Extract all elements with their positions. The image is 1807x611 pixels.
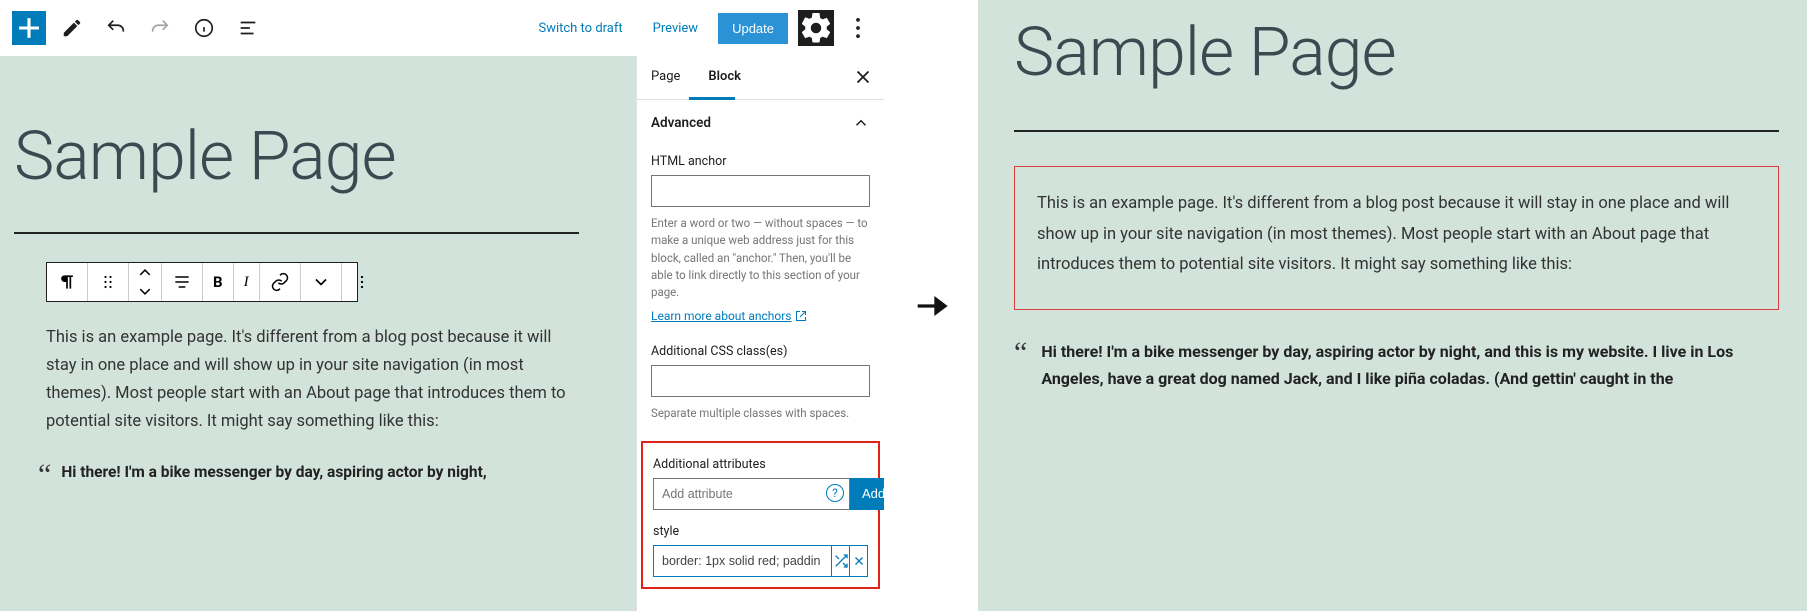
- block-type-button[interactable]: [47, 263, 88, 301]
- block-drag-handle[interactable]: [88, 263, 129, 301]
- learn-more-text: Learn more about anchors: [651, 309, 791, 323]
- preview-paragraph-styled: This is an example page. It's different …: [1014, 166, 1779, 310]
- html-anchor-input[interactable]: [651, 175, 870, 207]
- more-rich-text-button[interactable]: [301, 263, 342, 301]
- info-button[interactable]: [186, 10, 222, 46]
- learn-more-anchors-link[interactable]: Learn more about anchors: [651, 309, 807, 323]
- css-classes-field: Additional CSS class(es) Separate multip…: [637, 344, 884, 434]
- align-button[interactable]: [162, 263, 203, 301]
- chevron-up-icon: [135, 263, 155, 282]
- preview-quote: “ Hi there! I'm a bike messenger by day,…: [1014, 338, 1779, 392]
- preview-separator: [1014, 130, 1779, 132]
- chevron-down-icon: [135, 282, 155, 301]
- advanced-panel-label: Advanced: [651, 115, 711, 131]
- settings-button[interactable]: [798, 10, 834, 46]
- tab-page[interactable]: Page: [637, 56, 694, 99]
- add-attribute-row: ? Add: [653, 478, 868, 510]
- shuffle-attribute-button[interactable]: [832, 545, 850, 577]
- undo-button[interactable]: [98, 10, 134, 46]
- paragraph-block[interactable]: This is an example page. It's different …: [46, 324, 576, 436]
- add-attribute-button[interactable]: Add: [850, 478, 884, 510]
- remove-attribute-button[interactable]: [850, 545, 868, 577]
- list-view-icon: [237, 17, 259, 39]
- html-anchor-label: HTML anchor: [651, 154, 870, 169]
- link-button[interactable]: [260, 263, 301, 301]
- html-anchor-help: Enter a word or two — without spaces — t…: [651, 215, 870, 301]
- arrow-right-icon: [911, 286, 951, 326]
- drag-handle-icon: [98, 272, 118, 292]
- advanced-panel-header[interactable]: Advanced: [637, 100, 884, 146]
- separator-block[interactable]: [14, 232, 579, 234]
- more-options-button[interactable]: [844, 10, 872, 46]
- additional-attributes-label: Additional attributes: [653, 457, 868, 472]
- additional-attributes-section: Additional attributes ? Add style: [641, 441, 880, 589]
- chevron-up-icon: [852, 114, 870, 132]
- switch-to-draft-link[interactable]: Switch to draft: [528, 15, 632, 42]
- quote-text[interactable]: Hi there! I'm a bike messenger by day, a…: [61, 460, 561, 490]
- close-sidebar-button[interactable]: [852, 66, 874, 88]
- ellipsis-vertical-icon: [352, 272, 372, 292]
- update-button[interactable]: Update: [718, 13, 788, 44]
- topbar-left: [12, 10, 266, 46]
- plus-icon: [12, 11, 46, 45]
- result-arrow: [884, 0, 978, 611]
- style-attribute-label: style: [653, 524, 868, 539]
- paragraph-icon: [57, 272, 77, 292]
- info-icon: [193, 17, 215, 39]
- editor-pane: Switch to draft Preview Update Sample Pa…: [0, 0, 884, 611]
- style-attribute-input[interactable]: [653, 545, 832, 577]
- bold-button[interactable]: B: [203, 263, 234, 301]
- close-icon: [852, 66, 874, 88]
- preview-quote-text: Hi there! I'm a bike messenger by day, a…: [1041, 338, 1779, 392]
- shuffle-icon: [833, 553, 849, 569]
- external-link-icon: [795, 310, 807, 322]
- style-attribute-row: [653, 545, 868, 577]
- chevron-down-icon: [311, 272, 331, 292]
- pencil-icon: [61, 17, 83, 39]
- preview-pane: Sample Page This is an example page. It'…: [978, 0, 1807, 611]
- redo-icon: [149, 17, 171, 39]
- css-classes-label: Additional CSS class(es): [651, 344, 870, 359]
- outline-button[interactable]: [230, 10, 266, 46]
- add-block-button[interactable]: [12, 11, 46, 45]
- sidebar-tabs: Page Block: [637, 56, 884, 100]
- block-toolbar: B I: [46, 262, 358, 302]
- undo-icon: [105, 17, 127, 39]
- settings-sidebar: Page Block Advanced HTML anchor Enter a …: [636, 56, 884, 611]
- gear-icon: [798, 10, 834, 46]
- align-icon: [172, 272, 192, 292]
- quote-mark-icon: “: [1014, 338, 1027, 392]
- preview-page-title: Sample Page: [1014, 12, 1779, 92]
- ellipsis-vertical-icon: [844, 14, 872, 42]
- block-mover[interactable]: [129, 263, 162, 301]
- css-classes-input[interactable]: [651, 365, 870, 397]
- editor-topbar: Switch to draft Preview Update: [0, 0, 884, 56]
- tab-block[interactable]: Block: [694, 56, 755, 99]
- italic-button[interactable]: I: [234, 263, 260, 301]
- topbar-right: Switch to draft Preview Update: [528, 10, 872, 46]
- block-options-button[interactable]: [342, 263, 382, 301]
- css-classes-help: Separate multiple classes with spaces.: [651, 405, 870, 422]
- add-attribute-input[interactable]: [653, 478, 850, 510]
- preview-link[interactable]: Preview: [643, 15, 708, 42]
- link-icon: [270, 272, 290, 292]
- close-icon: [852, 554, 866, 568]
- edit-mode-button[interactable]: [54, 10, 90, 46]
- attribute-info-button[interactable]: ?: [826, 484, 844, 502]
- html-anchor-field: HTML anchor Enter a word or two — withou…: [637, 154, 884, 336]
- redo-button[interactable]: [142, 10, 178, 46]
- tab-underline: [689, 97, 735, 100]
- quote-mark-icon: “: [38, 460, 51, 490]
